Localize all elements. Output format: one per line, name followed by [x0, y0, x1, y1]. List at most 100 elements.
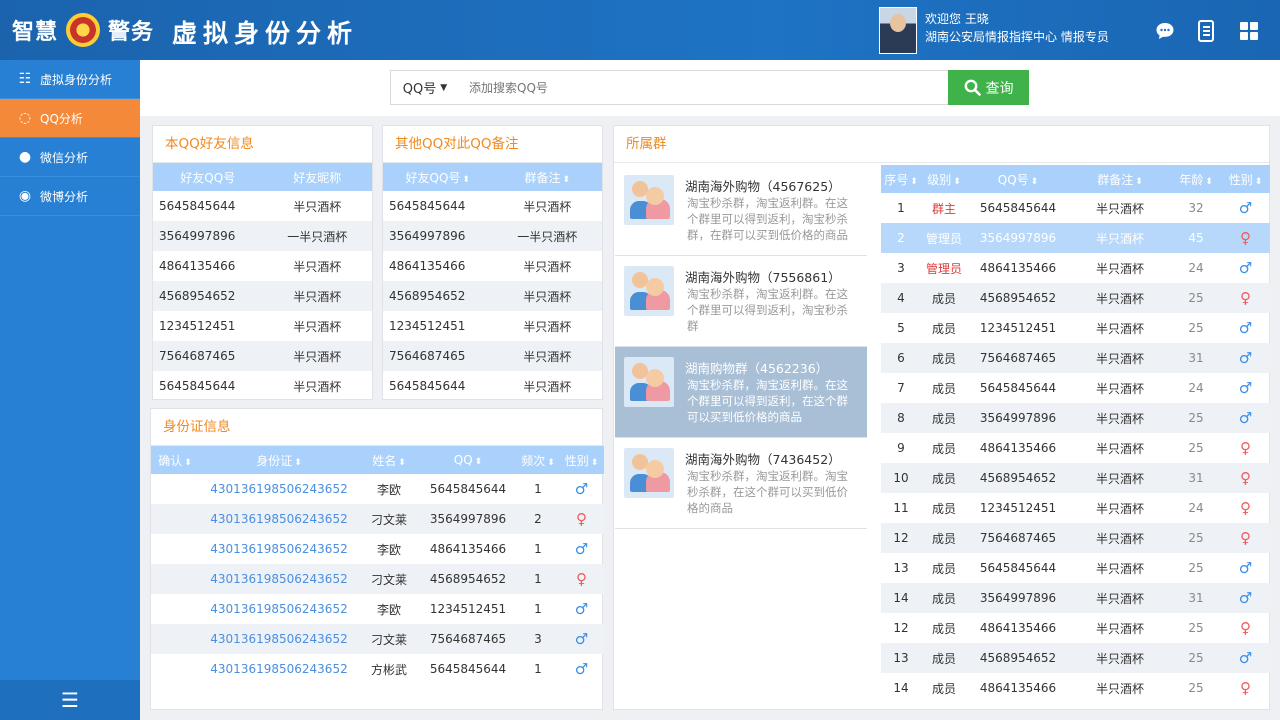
table-row[interactable]: 5645845644 半只酒杯 — [383, 191, 602, 221]
sort-icon[interactable]: ⬍ — [1255, 177, 1263, 187]
table-row[interactable]: 4568954652 半只酒杯 — [153, 281, 372, 311]
column-header[interactable]: 好友QQ号 ⬍ — [383, 163, 493, 191]
grid-apps-icon[interactable] — [1238, 20, 1260, 42]
confirm-cell[interactable] — [151, 594, 199, 624]
table-row[interactable]: 3564997896 一半只酒杯 — [383, 221, 602, 251]
table-row[interactable]: 5 成员 1234512451 半只酒杯 25 ♂ — [881, 313, 1270, 343]
table-row[interactable]: 14 成员 4864135466 半只酒杯 25 ♀ — [881, 673, 1270, 703]
document-icon[interactable] — [1195, 20, 1217, 42]
message-icon[interactable] — [1154, 20, 1176, 42]
table-row[interactable]: 430136198506243652 刁文莱 3564997896 2 ♀ — [151, 504, 604, 534]
table-row[interactable]: 9 成员 4864135466 半只酒杯 25 ♀ — [881, 433, 1270, 463]
table-row[interactable]: 13 成员 4568954652 半只酒杯 25 ♂ — [881, 643, 1270, 673]
idcard-link[interactable]: 430136198506243652 — [199, 594, 359, 624]
group-item[interactable]: 湖南海外购物（7436452） 淘宝秒杀群，淘宝返利群。淘宝秒杀群，在这个群可以买… — [615, 438, 867, 529]
table-row[interactable]: 6 成员 7564687465 半只酒杯 31 ♂ — [881, 343, 1270, 373]
column-header[interactable]: 姓名 ⬍ — [359, 446, 419, 474]
table-row[interactable]: 10 成员 4568954652 半只酒杯 31 ♀ — [881, 463, 1270, 493]
table-row[interactable]: 12 成员 7564687465 半只酒杯 25 ♀ — [881, 523, 1270, 553]
search-type-select[interactable]: QQ号 ▼ — [390, 70, 460, 105]
table-row[interactable]: 430136198506243652 刁文莱 7564687465 3 ♂ — [151, 624, 604, 654]
table-row[interactable]: 11 成员 1234512451 半只酒杯 24 ♀ — [881, 493, 1270, 523]
table-row[interactable]: 5645845644 半只酒杯 — [383, 371, 602, 401]
table-row[interactable]: 5645845644 半只酒杯 — [153, 371, 372, 401]
table-row[interactable]: 3564997896 一半只酒杯 — [153, 221, 372, 251]
confirm-cell[interactable] — [151, 534, 199, 564]
column-header[interactable]: 级别 ⬍ — [921, 165, 967, 193]
table-row[interactable]: 7564687465 半只酒杯 — [153, 341, 372, 371]
column-header[interactable]: 性别 ⬍ — [559, 446, 604, 474]
idcard-link[interactable]: 430136198506243652 — [199, 474, 359, 504]
table-row[interactable]: 5645845644 半只酒杯 — [153, 191, 372, 221]
column-header[interactable]: 性别 ⬍ — [1221, 165, 1270, 193]
level-cell: 成员 — [931, 681, 956, 696]
column-header[interactable]: 频次 ⬍ — [517, 446, 559, 474]
sidebar-item-qq[interactable]: ◌ QQ分析 — [0, 99, 140, 138]
table-row[interactable]: 3 管理员 4864135466 半只酒杯 24 ♂ — [881, 253, 1270, 283]
confirm-cell[interactable] — [151, 624, 199, 654]
avatar[interactable] — [879, 7, 917, 54]
confirm-cell[interactable] — [151, 504, 199, 534]
sort-icon[interactable]: ⬍ — [1135, 177, 1143, 187]
table-row[interactable]: 430136198506243652 李欧 5645845644 1 ♂ — [151, 474, 604, 504]
table-row[interactable]: 1 群主 5645845644 半只酒杯 32 ♂ — [881, 193, 1270, 223]
table-row[interactable]: 4 成员 4568954652 半只酒杯 25 ♀ — [881, 283, 1270, 313]
column-header[interactable]: 群备注 ⬍ — [1069, 165, 1171, 193]
table-row[interactable]: 4864135466 半只酒杯 — [153, 251, 372, 281]
group-item[interactable]: 湖南海外购物（4567625） 淘宝秒杀群，淘宝返利群。在这个群里可以得到返利，淘… — [615, 165, 867, 256]
table-row[interactable]: 4864135466 半只酒杯 — [383, 251, 602, 281]
sidebar-item-virtual-identity[interactable]: ☷ 虚拟身份分析 — [0, 60, 140, 99]
table-row[interactable]: 13 成员 5645845644 半只酒杯 25 ♂ — [881, 553, 1270, 583]
table-row[interactable]: 1234512451 半只酒杯 — [383, 311, 602, 341]
sort-icon[interactable]: ⬍ — [294, 458, 302, 468]
idcard-link[interactable]: 430136198506243652 — [199, 534, 359, 564]
idcard-link[interactable]: 430136198506243652 — [199, 624, 359, 654]
confirm-cell[interactable] — [151, 564, 199, 594]
sort-icon[interactable]: ⬍ — [591, 458, 599, 468]
sort-icon[interactable]: ⬍ — [910, 177, 918, 187]
column-header[interactable]: 序号 ⬍ — [881, 165, 921, 193]
sort-icon[interactable]: ⬍ — [184, 458, 192, 468]
group-item[interactable]: 湖南购物群（4562236） 淘宝秒杀群，淘宝返利群。在这个群里可以得到返利，在这… — [615, 347, 867, 438]
column-header[interactable]: QQ号 ⬍ — [967, 165, 1069, 193]
table-row[interactable]: 7564687465 半只酒杯 — [383, 341, 602, 371]
sort-icon[interactable]: ⬍ — [462, 175, 470, 185]
sidebar-item-wechat[interactable]: ● 微信分析 — [0, 138, 140, 177]
menu-toggle-icon[interactable]: ☰ — [0, 680, 140, 720]
sort-icon[interactable]: ⬍ — [1031, 177, 1039, 187]
table-row[interactable]: 430136198506243652 李欧 1234512451 1 ♂ — [151, 594, 604, 624]
confirm-cell[interactable] — [151, 474, 199, 504]
confirm-cell[interactable] — [151, 654, 199, 684]
search-button[interactable]: 查询 — [948, 70, 1029, 105]
column-header[interactable]: 年龄 ⬍ — [1171, 165, 1221, 193]
column-header[interactable]: QQ ⬍ — [419, 446, 517, 474]
sort-icon[interactable]: ⬍ — [953, 177, 961, 187]
table-row[interactable]: 1234512451 半只酒杯 — [153, 311, 372, 341]
table-row[interactable]: 430136198506243652 方彬武 5645845644 1 ♂ — [151, 654, 604, 684]
idcard-link[interactable]: 430136198506243652 — [199, 564, 359, 594]
sort-icon[interactable]: ⬍ — [547, 458, 555, 468]
search-input[interactable] — [459, 70, 949, 105]
table-row[interactable]: 430136198506243652 刁文莱 4568954652 1 ♀ — [151, 564, 604, 594]
column-header[interactable]: 身份证 ⬍ — [199, 446, 359, 474]
idcard-link[interactable]: 430136198506243652 — [199, 654, 359, 684]
table-row[interactable]: 4568954652 半只酒杯 — [383, 281, 602, 311]
column-header[interactable]: 确认 ⬍ — [151, 446, 199, 474]
column-header[interactable]: 群备注 ⬍ — [492, 163, 602, 191]
search-button-label: 查询 — [985, 80, 1014, 97]
column-header[interactable]: 好友QQ号 — [153, 163, 263, 191]
table-row[interactable]: 14 成员 3564997896 半只酒杯 31 ♂ — [881, 583, 1270, 613]
sidebar-item-weibo[interactable]: ◉ 微博分析 — [0, 177, 140, 216]
table-row[interactable]: 7 成员 5645845644 半只酒杯 24 ♂ — [881, 373, 1270, 403]
table-row[interactable]: 2 管理员 3564997896 半只酒杯 45 ♀ — [881, 223, 1270, 253]
table-row[interactable]: 12 成员 4864135466 半只酒杯 25 ♀ — [881, 613, 1270, 643]
table-row[interactable]: 8 成员 3564997896 半只酒杯 25 ♂ — [881, 403, 1270, 433]
sort-icon[interactable]: ⬍ — [398, 458, 406, 468]
sort-icon[interactable]: ⬍ — [475, 457, 483, 467]
sort-icon[interactable]: ⬍ — [562, 175, 570, 185]
column-header[interactable]: 好友昵称 — [262, 163, 372, 191]
group-item[interactable]: 湖南海外购物（7556861） 淘宝秒杀群，淘宝返利群。在这个群里可以得到返利，淘… — [615, 256, 867, 347]
table-row[interactable]: 430136198506243652 李欧 4864135466 1 ♂ — [151, 534, 604, 564]
idcard-link[interactable]: 430136198506243652 — [199, 504, 359, 534]
sort-icon[interactable]: ⬍ — [1205, 177, 1213, 187]
